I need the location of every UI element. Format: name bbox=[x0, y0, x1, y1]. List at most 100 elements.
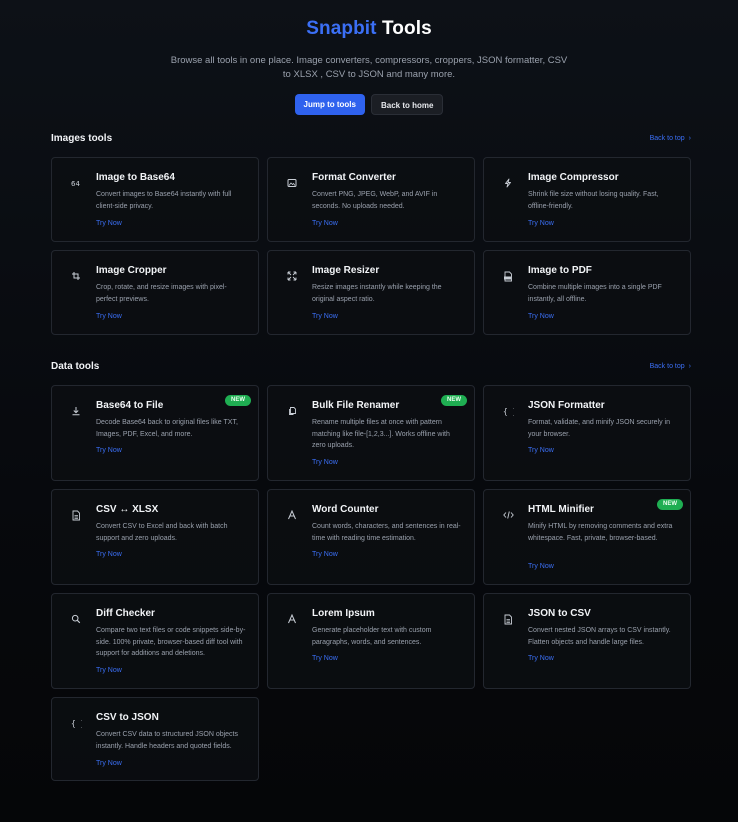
card-description: Shrink file size without losing quality.… bbox=[528, 191, 659, 210]
chevron-right-icon: › bbox=[688, 362, 691, 370]
braces-icon: { } bbox=[502, 405, 514, 417]
card-title: Image Compressor bbox=[528, 172, 619, 183]
try-now-link[interactable]: Try Now bbox=[96, 551, 122, 558]
try-now-link[interactable]: Try Now bbox=[312, 459, 338, 466]
pdf-icon bbox=[502, 270, 514, 282]
tool-card-csv-to-json[interactable]: { } CSV to JSON Convert CSV data to stru… bbox=[51, 697, 259, 781]
image-icon bbox=[286, 177, 298, 189]
new-badge: NEW bbox=[441, 395, 467, 406]
back-to-top-label: Back to top bbox=[649, 134, 685, 142]
tool-card-format-converter[interactable]: Format Converter Convert PNG, JPEG, WebP… bbox=[267, 157, 475, 242]
tool-card-base64-to-file[interactable]: NEW Base64 to File Decode Base64 back to… bbox=[51, 385, 259, 481]
new-badge: NEW bbox=[225, 395, 251, 406]
try-now-link[interactable]: Try Now bbox=[96, 447, 122, 454]
try-now-link[interactable]: Try Now bbox=[312, 313, 338, 320]
card-description: Format, validate, and minify JSON secure… bbox=[528, 419, 670, 438]
svg-text:{ }: { } bbox=[503, 407, 514, 416]
bolt-icon bbox=[502, 177, 514, 189]
card-description: Convert PNG, JPEG, WebP, and AVIF in sec… bbox=[312, 191, 438, 210]
back-to-top-label: Back to top bbox=[649, 362, 685, 370]
tool-card-image-to-pdf[interactable]: Image to PDF Combine multiple images int… bbox=[483, 250, 691, 335]
card-description: Convert CSV to Excel and back with batch… bbox=[96, 523, 228, 542]
tool-card-json-to-csv[interactable]: JSON to CSV Convert nested JSON arrays t… bbox=[483, 593, 691, 689]
code-icon bbox=[502, 509, 514, 521]
try-now-link[interactable]: Try Now bbox=[528, 563, 554, 570]
card-title: Lorem Ipsum bbox=[312, 608, 375, 619]
data-section-title: Data tools bbox=[51, 360, 100, 372]
crop-icon bbox=[70, 270, 82, 282]
search-icon bbox=[70, 613, 82, 625]
chevron-right-icon: › bbox=[688, 134, 691, 142]
images-section-header: Images tools Back to top › bbox=[51, 131, 691, 145]
text-icon bbox=[286, 613, 298, 625]
card-title: JSON Formatter bbox=[528, 400, 605, 411]
card-title: Word Counter bbox=[312, 504, 379, 515]
card-title: HTML Minifier bbox=[528, 504, 594, 515]
try-now-link[interactable]: Try Now bbox=[528, 313, 554, 320]
card-title: Image to Base64 bbox=[96, 172, 175, 183]
tool-card-csv-xlsx[interactable]: CSV ↔ XLSX Convert CSV to Excel and back… bbox=[51, 489, 259, 585]
card-title: Image Cropper bbox=[96, 265, 167, 276]
tool-card-lorem-ipsum[interactable]: Lorem Ipsum Generate placeholder text wi… bbox=[267, 593, 475, 689]
images-section-title: Images tools bbox=[51, 132, 113, 144]
download-icon bbox=[70, 405, 82, 417]
data-back-to-top-link[interactable]: Back to top › bbox=[650, 363, 691, 370]
tool-card-json-formatter[interactable]: { } JSON Formatter Format, validate, and… bbox=[483, 385, 691, 481]
page-title: Snapbit Tools bbox=[0, 18, 738, 40]
card-title: Format Converter bbox=[312, 172, 396, 183]
tool-card-bulk-file-renamer[interactable]: NEW Bulk File Renamer Rename multiple fi… bbox=[267, 385, 475, 481]
tool-card-image-resizer[interactable]: Image Resizer Resize images instantly wh… bbox=[267, 250, 475, 335]
try-now-link[interactable]: Try Now bbox=[528, 655, 554, 662]
hero: Snapbit Tools Browse all tools in one pl… bbox=[0, 0, 738, 115]
back-to-home-button[interactable]: Back to home bbox=[370, 94, 444, 115]
tool-card-image-to-base64[interactable]: 64 Image to Base64 Convert images to Bas… bbox=[51, 157, 259, 242]
brand-name: Snapbit bbox=[306, 18, 377, 39]
hero-subtitle: Browse all tools in one place. Image con… bbox=[170, 55, 568, 80]
new-badge: NEW bbox=[657, 499, 683, 510]
card-description: Crop, rotate, and resize images with pix… bbox=[96, 284, 227, 303]
try-now-link[interactable]: Try Now bbox=[528, 447, 554, 454]
card-title: Image to PDF bbox=[528, 265, 592, 276]
files-icon bbox=[286, 405, 298, 417]
card-description: Minify HTML by removing comments and ext… bbox=[528, 523, 673, 542]
title-rest: Tools bbox=[382, 18, 432, 39]
card-title: Image Resizer bbox=[312, 265, 380, 276]
tool-card-image-compressor[interactable]: Image Compressor Shrink file size withou… bbox=[483, 157, 691, 242]
card-description: Convert images to Base64 instantly with … bbox=[96, 191, 232, 210]
try-now-link[interactable]: Try Now bbox=[96, 220, 122, 227]
card-description: Generate placeholder text with custom pa… bbox=[312, 627, 432, 646]
text-icon bbox=[286, 509, 298, 521]
card-description: Convert nested JSON arrays to CSV instan… bbox=[528, 627, 671, 646]
jump-to-tools-button[interactable]: Jump to tools bbox=[294, 94, 365, 115]
try-now-link[interactable]: Try Now bbox=[96, 313, 122, 320]
card-description: Rename multiple files at once with patte… bbox=[312, 419, 450, 449]
try-now-link[interactable]: Try Now bbox=[312, 655, 338, 662]
sheet-icon bbox=[502, 613, 514, 625]
card-description: Count words, characters, and sentences i… bbox=[312, 523, 461, 542]
resize-icon bbox=[286, 270, 298, 282]
card-title: Base64 to File bbox=[96, 400, 164, 411]
tool-card-diff-checker[interactable]: Diff Checker Compare two text files or c… bbox=[51, 593, 259, 689]
tool-card-image-cropper[interactable]: Image Cropper Crop, rotate, and resize i… bbox=[51, 250, 259, 335]
card-title: Diff Checker bbox=[96, 608, 155, 619]
braces-icon: { } bbox=[70, 717, 82, 729]
try-now-link[interactable]: Try Now bbox=[528, 220, 554, 227]
card-description: Decode Base64 back to original files lik… bbox=[96, 419, 238, 438]
card-title: CSV to JSON bbox=[96, 712, 159, 723]
tool-card-html-minifier[interactable]: NEW HTML Minifier Minify HTML by removin… bbox=[483, 489, 691, 585]
card-title: Bulk File Renamer bbox=[312, 400, 400, 411]
sheet-icon bbox=[70, 509, 82, 521]
card-description: Compare two text files or code snippets … bbox=[96, 627, 246, 657]
images-back-to-top-link[interactable]: Back to top › bbox=[650, 135, 691, 142]
svg-text:{ }: { } bbox=[71, 719, 82, 728]
try-now-link[interactable]: Try Now bbox=[96, 760, 122, 767]
try-now-link[interactable]: Try Now bbox=[96, 667, 122, 674]
card-description: Combine multiple images into a single PD… bbox=[528, 284, 662, 303]
tool-card-word-counter[interactable]: Word Counter Count words, characters, an… bbox=[267, 489, 475, 585]
card-description: Convert CSV data to structured JSON obje… bbox=[96, 731, 239, 750]
try-now-link[interactable]: Try Now bbox=[312, 220, 338, 227]
base64-icon: 64 bbox=[70, 177, 82, 189]
try-now-link[interactable]: Try Now bbox=[312, 551, 338, 558]
card-title: CSV ↔ XLSX bbox=[96, 504, 159, 515]
card-description: Resize images instantly while keeping th… bbox=[312, 284, 442, 303]
